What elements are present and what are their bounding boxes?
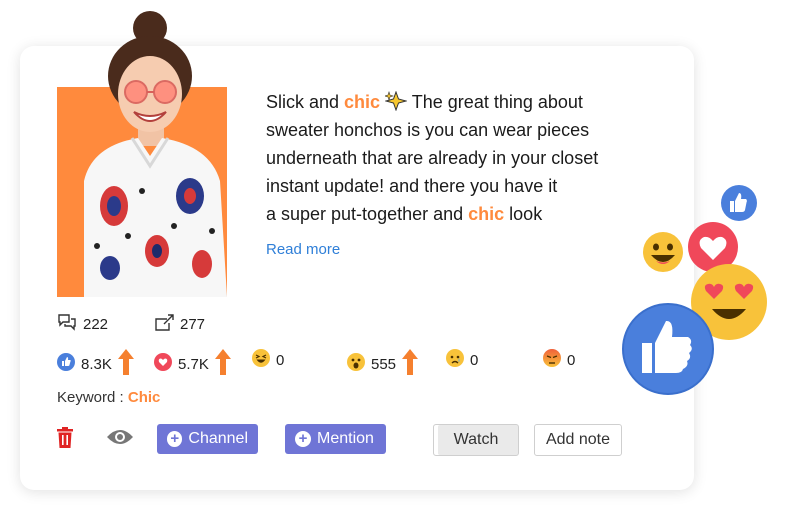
mention-button[interactable]: + Mention bbox=[285, 424, 386, 454]
trending-up-icon bbox=[214, 349, 231, 379]
angry-icon bbox=[543, 349, 561, 371]
reaction-haha: 0 bbox=[252, 349, 284, 371]
reaction-love: 5.7K bbox=[154, 349, 231, 379]
eye-icon bbox=[107, 430, 133, 444]
view-button[interactable] bbox=[106, 429, 134, 450]
sad-icon bbox=[446, 349, 464, 371]
watch-button[interactable]: Watch bbox=[433, 424, 519, 456]
reaction-angry: 0 bbox=[543, 349, 575, 371]
comment-icon bbox=[57, 313, 77, 335]
reaction-sad: 0 bbox=[446, 349, 478, 371]
haha-icon bbox=[252, 349, 270, 371]
share-count: 277 bbox=[154, 313, 205, 335]
trending-up-icon bbox=[402, 349, 419, 379]
share-icon bbox=[154, 313, 174, 335]
floating-like-large-icon bbox=[622, 303, 714, 395]
sparkles-icon bbox=[384, 90, 412, 112]
trash-icon bbox=[57, 427, 73, 448]
highlight-chic: chic bbox=[344, 92, 381, 112]
keyword-label: Keyword : bbox=[57, 389, 128, 406]
wow-icon bbox=[347, 353, 365, 375]
floating-like-small-icon bbox=[721, 185, 757, 221]
delete-button[interactable] bbox=[56, 427, 74, 453]
comment-count: 222 bbox=[57, 313, 108, 335]
post-text: Slick and chic The great thing about swe… bbox=[266, 90, 599, 224]
reaction-wow: 555 bbox=[347, 349, 419, 379]
plus-icon: + bbox=[167, 431, 183, 447]
keyword-value: Chic bbox=[127, 389, 161, 406]
trending-up-icon bbox=[117, 349, 134, 379]
plus-icon: + bbox=[295, 431, 311, 447]
love-icon bbox=[154, 353, 172, 375]
post-photo bbox=[84, 11, 227, 297]
read-more-link[interactable]: Read more bbox=[266, 241, 340, 258]
keyword-row: Keyword : Chic bbox=[57, 389, 160, 406]
add-note-button[interactable]: Add note bbox=[534, 424, 622, 456]
floating-haha-icon bbox=[643, 232, 683, 272]
channel-button[interactable]: + Channel bbox=[157, 424, 258, 454]
reaction-like: 8.3K bbox=[57, 349, 134, 379]
highlight-chic-2: chic bbox=[468, 204, 505, 224]
like-icon bbox=[57, 353, 75, 375]
